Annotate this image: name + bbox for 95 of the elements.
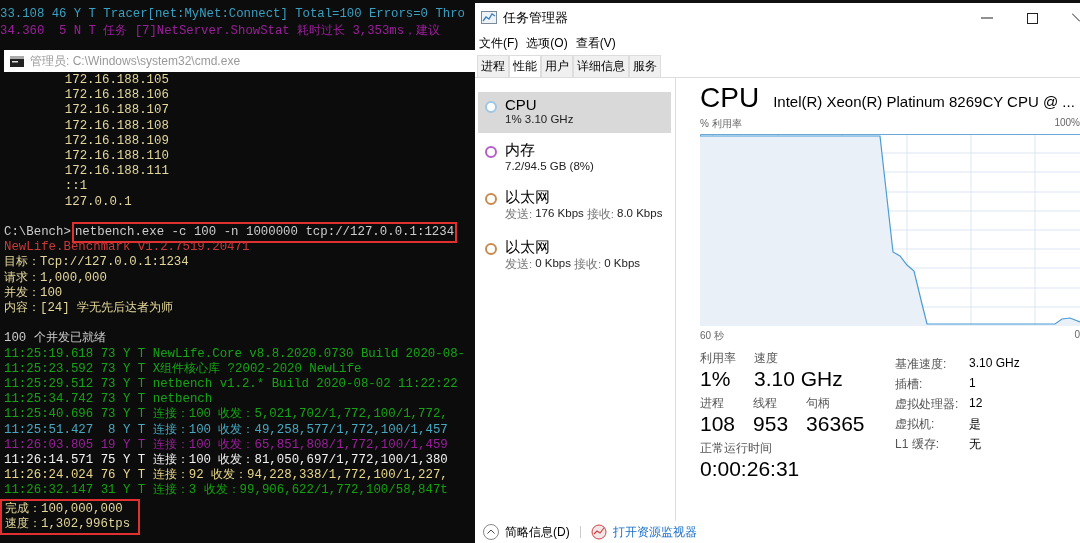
window-title: 任务管理器	[503, 9, 568, 27]
stat-label: 利用率	[700, 350, 736, 367]
tab[interactable]: 进程	[477, 55, 509, 77]
detail-value: 176 Kbps	[535, 207, 584, 221]
console-line: 11:25:34.742 73 Y T netbench	[4, 392, 213, 407]
tab[interactable]: 服务	[629, 55, 661, 77]
detail-value: 0 Kbps	[535, 257, 571, 271]
console-line: 11:25:51.427 8 Y T 连接：100 收发：49,258,577/1,772,100/1,457	[4, 422, 448, 438]
spec-value: 无	[969, 436, 982, 453]
axis-label: 100%	[1054, 117, 1080, 130]
console-line: 11:26:24.024 76 Y T 连接：92 收发：94,228,338/1,772,100/1,227,	[4, 468, 448, 483]
console-line: 完成：100,000,000	[5, 501, 123, 517]
resource-name: 以太网	[505, 238, 551, 257]
spec-value: 是	[969, 416, 982, 433]
console-line: 100 个并发已就绪	[4, 331, 106, 347]
close-icon[interactable]	[1072, 12, 1080, 24]
detail-label: 接收:	[586, 207, 614, 222]
spec-value: 3.10 GHz	[969, 356, 1020, 372]
spec-label: 插槽:	[895, 376, 924, 393]
console-line: 内容：[24] 学无先后达者为师	[4, 301, 174, 317]
stat-value: 0:00:26:31	[700, 457, 800, 481]
console-line: 172.16.188.105	[64, 73, 169, 89]
tab[interactable]: 性能	[509, 55, 541, 77]
stat-label: 线程	[753, 395, 779, 412]
console-line: 11:25:40.696 73 Y T 连接：100 收发：5,021,702/1,772,100/1,772,	[4, 407, 448, 423]
console-line: 172.16.188.107	[64, 103, 169, 119]
resource-monitor-link[interactable]: 打开资源监视器	[612, 523, 697, 541]
spec-label: 基准速度:	[895, 356, 948, 373]
stat-label: 正常运行时间	[700, 440, 773, 457]
resource-name: 以太网	[505, 188, 551, 207]
detail-label: 发送:	[505, 207, 533, 222]
stat-value: 3.10 GHz	[754, 367, 843, 391]
sidebar-item[interactable]: 以太网 发送: 0 Kbps 接收: 0 Kbps	[478, 234, 671, 280]
sidebar-item[interactable]: 以太网 发送: 176 Kbps 接收: 8.0 Kbps	[478, 184, 671, 230]
axis-label: 0	[1074, 329, 1080, 342]
console-line: 172.16.188.111	[64, 164, 169, 180]
maximize-icon[interactable]	[1027, 12, 1038, 24]
detail-label: 接收:	[574, 257, 602, 272]
console-line: 速度：1,302,996tps	[5, 516, 131, 533]
menu-item[interactable]: 查看(V)	[575, 34, 616, 52]
console-line: 11:25:19.618 73 Y T NewLife.Core v8.8.2020.0730 Build 2020-08-	[4, 346, 465, 362]
sidebar-item[interactable]: CPU 1% 3.10 GHz	[478, 92, 671, 133]
sidebar-item[interactable]: 内存 7.2/94.5 GB (8%)	[478, 137, 671, 180]
resource-name: 内存	[505, 141, 536, 160]
menu-item[interactable]: 文件(F)	[479, 34, 519, 52]
stat-value: 36365	[806, 412, 865, 436]
console-line: 172.16.188.109	[64, 133, 169, 149]
console-line: 目标：Tcp://127.0.0.1:1234	[4, 255, 189, 271]
stat-label: 句柄	[806, 395, 832, 412]
console-line: 11:25:23.592 73 Y T X组件核心库 ?2002-2020 NewLife	[4, 361, 362, 378]
detail-value: 8.0 Kbps	[617, 207, 663, 221]
stat-label: 进程	[700, 395, 725, 412]
spec-label: 虚拟机:	[895, 416, 936, 433]
axis-label: % 利用率	[700, 117, 742, 131]
console-line: 11:26:03.805 19 Y T 连接：100 收发：65,851,808/1,772,100/1,459	[4, 437, 448, 453]
fewer-details-button[interactable]: 简略信息(D)	[505, 523, 570, 541]
tab[interactable]: 详细信息	[573, 55, 629, 77]
detail-value: 7.2/94.5 GB (8%)	[505, 160, 594, 172]
console-line: 请求：1,000,000	[4, 270, 107, 286]
stat-value: 953	[753, 412, 789, 436]
window-title: 管理员: C:\Windows\system32\cmd.exe	[30, 52, 241, 70]
console-line: 11:25:29.512 73 Y T netbench v1.2.* Build 2020-08-02 11:22:22	[4, 377, 458, 393]
console-line: 172.16.188.110	[64, 149, 169, 165]
console-line: 172.16.188.106	[64, 88, 169, 104]
axis-label: 60 秒	[700, 329, 724, 343]
tab[interactable]: 用户	[541, 55, 573, 77]
console-line: 并发：100	[4, 285, 63, 301]
stat-label: 速度	[754, 350, 779, 367]
spec-label: L1 缓存:	[895, 436, 940, 453]
command-prompt: C:\Bench>	[4, 225, 71, 241]
console-line: 11:26:32.147 31 Y T 连接：3 收发：99,906,622/1,772,100/58,847t	[4, 483, 448, 499]
console-line: 127.0.0.1	[64, 194, 132, 210]
command-text: netbench.exe -c 100 -n 1000000 tcp://127.0.0.1:1234	[74, 225, 455, 241]
cpu-model: Intel(R) Xeon(R) Platinum 8269CY CPU @ ...	[773, 93, 1075, 110]
console-line: 33.108 46 Y T Tracer[net:MyNet:Connect] Total=100 Errors=0 Thro	[0, 6, 466, 23]
panel-title: CPU	[700, 82, 760, 114]
spec-value: 1	[969, 376, 977, 392]
stat-value: 1%	[700, 367, 732, 391]
detail-value: 0 Kbps	[604, 257, 641, 271]
spec-label: 虚拟处理器:	[895, 396, 960, 413]
detail-label: 发送:	[505, 257, 533, 272]
menu-item[interactable]: 选项(O)	[526, 34, 568, 52]
console-line: 11:26:14.571 75 Y T 连接：100 收发：81,050,697/1,772,100/1,380	[4, 453, 448, 468]
console-line: 172.16.188.108	[64, 118, 169, 134]
console-line: NewLife.Benchmark v1.2.7519.20471	[4, 240, 250, 255]
console-line: 34.360 5 N T 任务 [7]NetServer.ShowStat 耗时过长 3,353ms，建议	[0, 23, 442, 40]
chart-icon	[481, 11, 497, 25]
console-icon	[10, 55, 24, 67]
console-line: ::1	[64, 179, 88, 195]
detail-value: 1% 3.10 GHz	[505, 113, 574, 125]
resource-name: CPU	[505, 96, 538, 113]
monitor-icon[interactable]	[590, 524, 607, 540]
stat-value: 108	[700, 412, 736, 436]
chevron-up-icon[interactable]	[483, 524, 499, 540]
spec-value: 12	[969, 396, 984, 412]
